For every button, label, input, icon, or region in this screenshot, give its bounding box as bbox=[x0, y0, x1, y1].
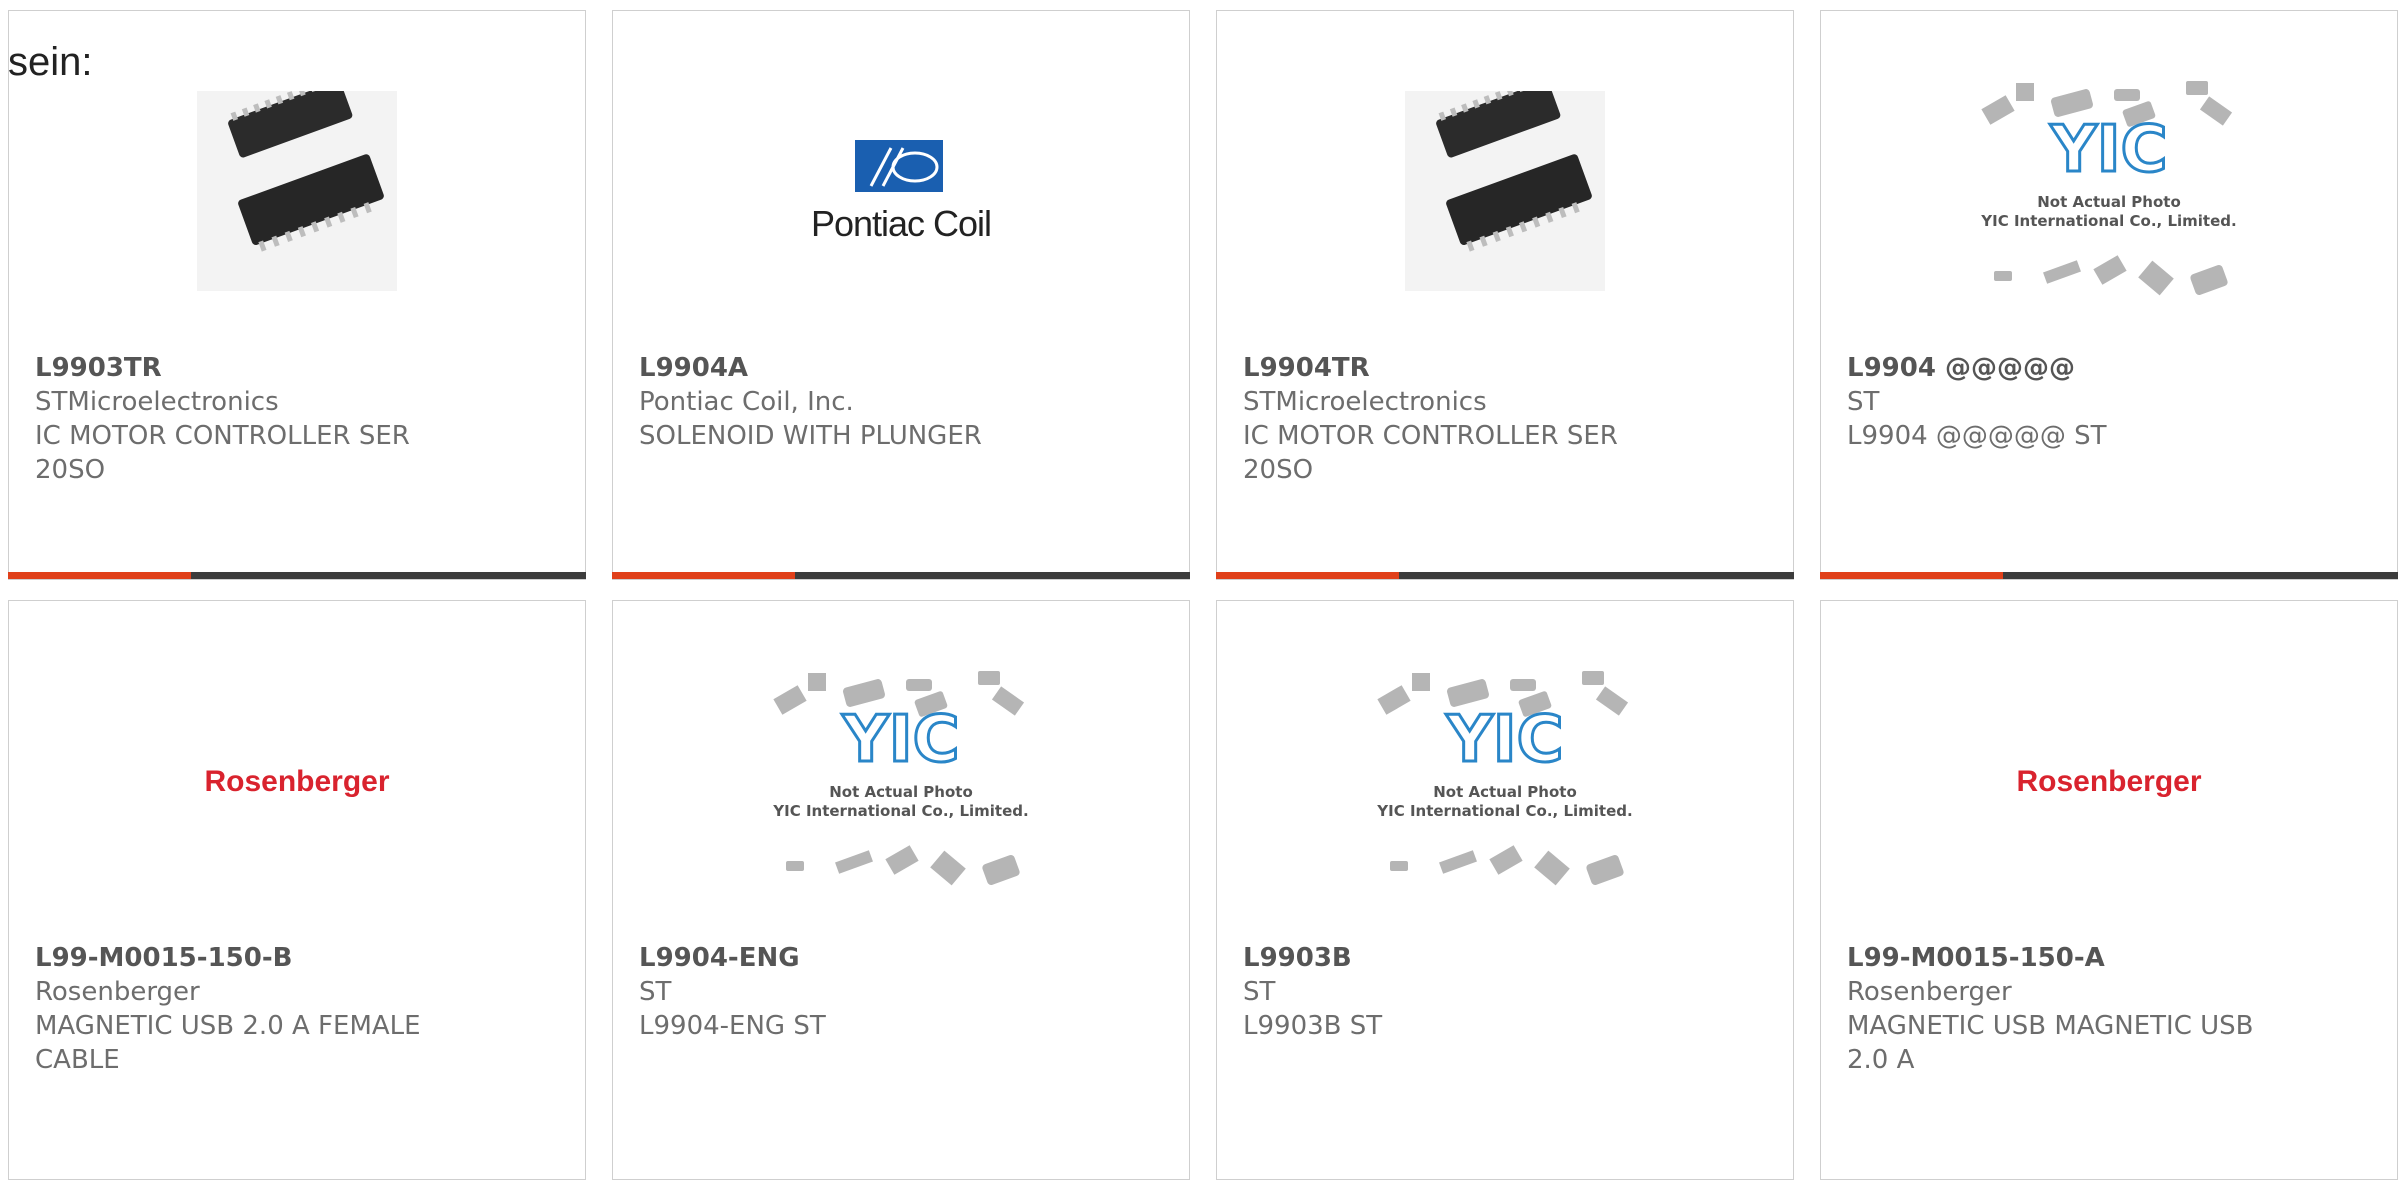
product-card-l9904-eng[interactable]: YIC Not Actual Photo YIC International C… bbox=[612, 600, 1190, 1180]
card-accent-bar bbox=[1820, 572, 2398, 579]
svg-text:YIC International Co., Limited: YIC International Co., Limited. bbox=[1980, 212, 2236, 230]
svg-text:YIC: YIC bbox=[2049, 113, 2167, 187]
manufacturer: Pontiac Coil, Inc. bbox=[639, 387, 854, 417]
rosenberger-logo-icon: Rosenberger bbox=[204, 765, 389, 798]
part-number[interactable]: L9904 @@@@@ bbox=[1847, 351, 2377, 385]
description: IC MOTOR CONTROLLER SER 20SO bbox=[35, 421, 410, 485]
product-image[interactable]: Rosenberger bbox=[9, 661, 585, 901]
description: SOLENOID WITH PLUNGER bbox=[639, 421, 982, 451]
card-accent-bar bbox=[612, 572, 1190, 579]
svg-text:Rosenberger: Rosenberger bbox=[204, 765, 389, 798]
product-image[interactable] bbox=[9, 71, 585, 311]
section-heading: sein: bbox=[8, 40, 93, 84]
description: MAGNETIC USB 2.0 A FEMALE CABLE bbox=[35, 1011, 421, 1075]
part-number[interactable]: L99-M0015-150-A bbox=[1847, 941, 2377, 975]
product-image[interactable]: YIC Not Actual Photo YIC International C… bbox=[1217, 661, 1793, 901]
yic-placeholder-icon: YIC Not Actual Photo YIC International C… bbox=[772, 671, 1029, 886]
pontiac-coil-logo-icon: Pontiac Coil bbox=[811, 140, 992, 244]
yic-placeholder-icon: YIC Not Actual Photo YIC International C… bbox=[1980, 81, 2237, 296]
part-number[interactable]: L99-M0015-150-B bbox=[35, 941, 565, 975]
svg-text:Not Actual Photo: Not Actual Photo bbox=[1433, 783, 1577, 801]
card-accent-bar bbox=[1216, 572, 1794, 579]
part-number[interactable]: L9903TR bbox=[35, 351, 565, 385]
product-image[interactable]: Pontiac Coil bbox=[613, 71, 1189, 311]
description: MAGNETIC USB MAGNETIC USB 2.0 A bbox=[1847, 1011, 2254, 1075]
product-card-l99-m0015-150-b[interactable]: Rosenberger L99-M0015-150-B Rosenberger … bbox=[8, 600, 586, 1180]
manufacturer: Rosenberger bbox=[1847, 977, 2012, 1007]
product-image[interactable]: YIC Not Actual Photo YIC International C… bbox=[613, 661, 1189, 901]
manufacturer: STMicroelectronics bbox=[35, 387, 279, 417]
product-card-l9903b[interactable]: YIC Not Actual Photo YIC International C… bbox=[1216, 600, 1794, 1180]
manufacturer: ST bbox=[639, 977, 672, 1007]
yic-placeholder-icon: YIC Not Actual Photo YIC International C… bbox=[1376, 671, 1633, 886]
svg-text:YIC International Co., Limited: YIC International Co., Limited. bbox=[1376, 802, 1632, 820]
manufacturer: ST bbox=[1243, 977, 1276, 1007]
product-image[interactable]: Rosenberger bbox=[1821, 661, 2397, 901]
product-image[interactable] bbox=[1217, 71, 1793, 311]
svg-text:Pontiac Coil: Pontiac Coil bbox=[811, 203, 991, 244]
part-number[interactable]: L9904A bbox=[639, 351, 1169, 385]
card-accent-bar bbox=[8, 572, 586, 579]
product-image[interactable]: YIC Not Actual Photo YIC International C… bbox=[1821, 71, 2397, 311]
part-number[interactable]: L9903B bbox=[1243, 941, 1773, 975]
description: L9904-ENG ST bbox=[639, 1011, 826, 1041]
product-card-l9904a[interactable]: Pontiac Coil L9904A Pontiac Coil, Inc. S… bbox=[612, 10, 1190, 580]
rosenberger-logo-icon: Rosenberger bbox=[2016, 765, 2201, 798]
manufacturer: STMicroelectronics bbox=[1243, 387, 1487, 417]
manufacturer: Rosenberger bbox=[35, 977, 200, 1007]
svg-text:Not Actual Photo: Not Actual Photo bbox=[829, 783, 973, 801]
svg-text:YIC: YIC bbox=[1445, 703, 1563, 777]
description: L9903B ST bbox=[1243, 1011, 1383, 1041]
svg-text:YIC: YIC bbox=[841, 703, 959, 777]
description: L9904 @@@@@ ST bbox=[1847, 421, 2107, 451]
manufacturer: ST bbox=[1847, 387, 1880, 417]
part-number[interactable]: L9904TR bbox=[1243, 351, 1773, 385]
product-card-l9904-at[interactable]: YIC Not Actual Photo YIC International C… bbox=[1820, 10, 2398, 580]
part-number[interactable]: L9904-ENG bbox=[639, 941, 1169, 975]
svg-text:YIC International Co., Limited: YIC International Co., Limited. bbox=[772, 802, 1028, 820]
product-card-l9904tr[interactable]: L9904TR STMicroelectronics IC MOTOR CONT… bbox=[1216, 10, 1794, 580]
svg-text:Rosenberger: Rosenberger bbox=[2016, 765, 2201, 798]
ic-chip-icon bbox=[1405, 91, 1605, 291]
svg-text:Not Actual Photo: Not Actual Photo bbox=[2037, 193, 2181, 211]
product-card-l9903tr[interactable]: L9903TR STMicroelectronics IC MOTOR CONT… bbox=[8, 10, 586, 580]
description: IC MOTOR CONTROLLER SER 20SO bbox=[1243, 421, 1618, 485]
ic-chip-icon bbox=[197, 91, 397, 291]
product-card-l99-m0015-150-a[interactable]: Rosenberger L99-M0015-150-A Rosenberger … bbox=[1820, 600, 2398, 1180]
